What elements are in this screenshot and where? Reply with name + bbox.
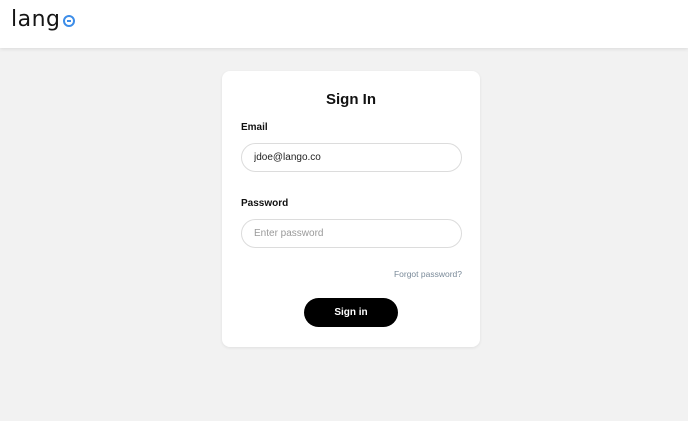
logo-text: lang [11, 7, 61, 32]
signin-title: Sign In [326, 91, 376, 108]
logo-o-icon [62, 15, 75, 27]
top-bar: lang [0, 0, 688, 48]
email-field[interactable] [241, 143, 462, 172]
lango-logo[interactable]: lang [11, 9, 75, 35]
password-field[interactable] [241, 219, 462, 248]
signin-card: Sign In Email Password Forgot password? … [222, 71, 480, 347]
password-label: Password [241, 198, 289, 209]
sign-in-button[interactable]: Sign in [304, 298, 398, 327]
forgot-password-link[interactable]: Forgot password? [394, 269, 462, 279]
email-label: Email [241, 122, 268, 133]
